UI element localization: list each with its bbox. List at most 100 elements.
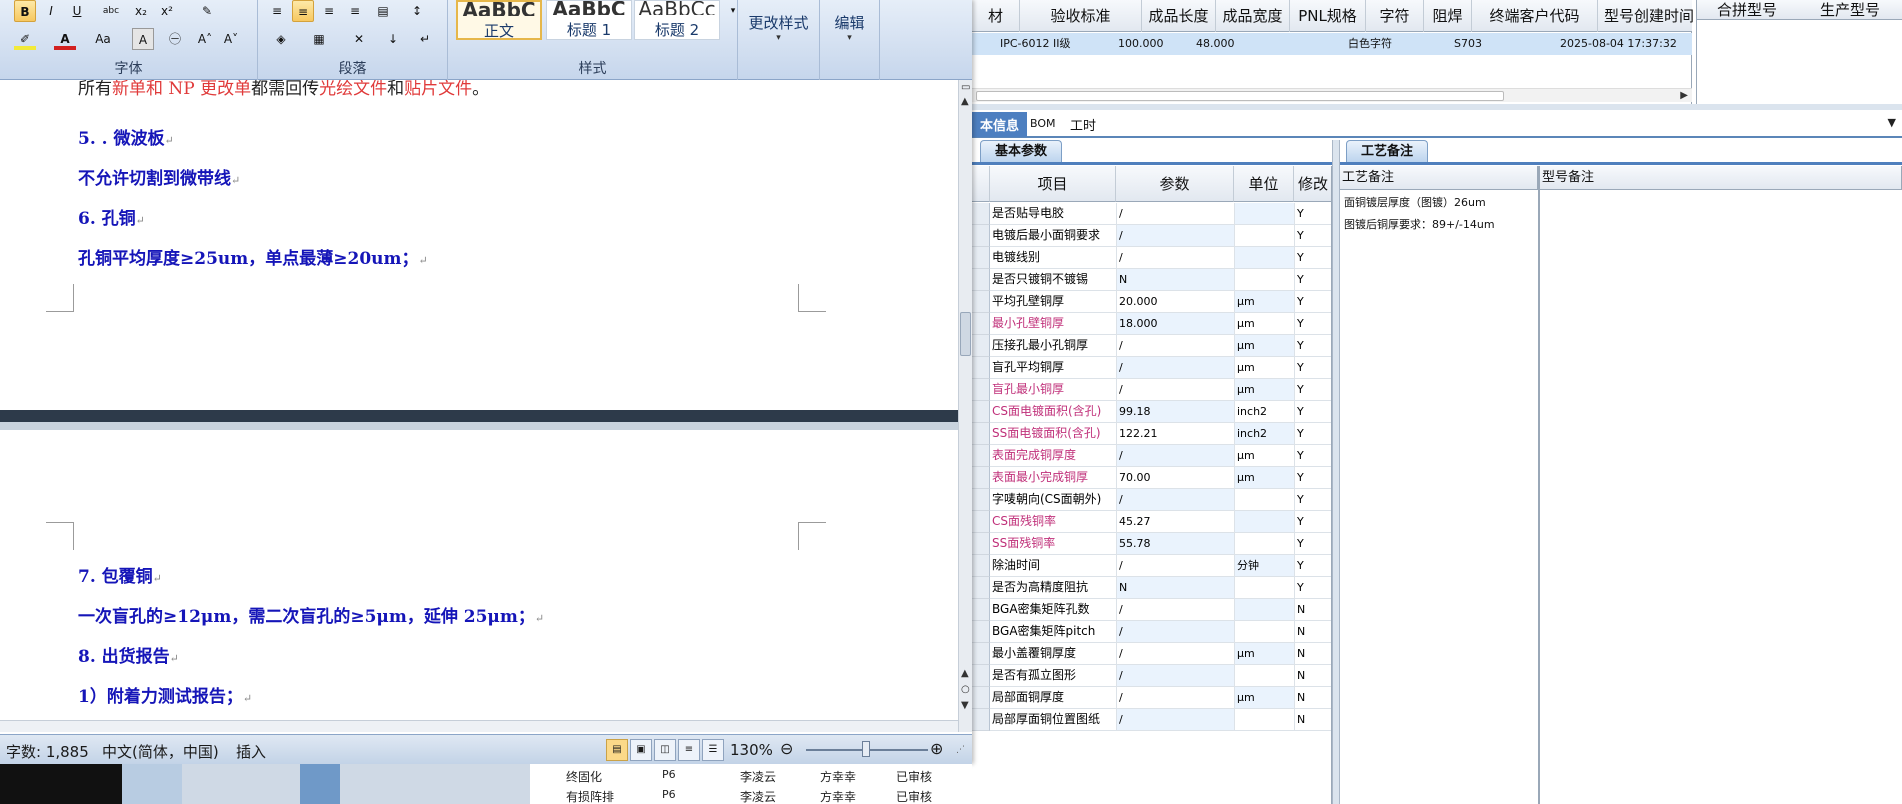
- tree-row-name[interactable]: 有损阵排: [566, 788, 614, 804]
- param-item[interactable]: 是否为高精度阻抗: [992, 577, 1110, 598]
- web-layout-icon[interactable]: ◫: [654, 739, 676, 761]
- document-hscroll[interactable]: [0, 720, 958, 732]
- clear-format-icon[interactable]: ✎: [196, 0, 218, 22]
- tab-bom[interactable]: BOM: [1030, 117, 1056, 130]
- param-row-header[interactable]: [972, 313, 990, 335]
- strikethrough-button[interactable]: abc: [96, 0, 126, 22]
- insert-mode[interactable]: 插入: [236, 741, 266, 762]
- order-grid-hscroll[interactable]: ▶: [972, 88, 1692, 102]
- param-row[interactable]: 除油时间 / 分钟 Y: [990, 555, 1331, 577]
- document-page[interactable]: 所有新单和 NP 更改单都需回传光绘文件和贴片文件。 5. . 微波板↵ 不允许…: [0, 80, 958, 732]
- style-heading-2[interactable]: AaBbCc 标题 2: [634, 0, 720, 40]
- param-value[interactable]: /: [1116, 357, 1234, 378]
- highlight-icon[interactable]: ✐: [14, 28, 36, 50]
- param-modify[interactable]: N: [1294, 665, 1331, 686]
- param-row-header[interactable]: [972, 357, 990, 379]
- param-unit[interactable]: μm: [1234, 467, 1294, 488]
- param-row[interactable]: 电镀后最小面铜要求 / Y: [990, 225, 1331, 247]
- param-item[interactable]: 盲孔最小铜厚: [992, 379, 1110, 400]
- param-modify[interactable]: Y: [1294, 445, 1331, 466]
- word-count[interactable]: 字数: 1,885: [6, 741, 89, 762]
- tab-dropdown-icon[interactable]: ▼: [1888, 116, 1896, 129]
- param-row[interactable]: 平均孔壁铜厚 20.000 μm Y: [990, 291, 1331, 313]
- order-grid[interactable]: 材 验收标准 成品长度 成品宽度 PNL规格 字符 阻焊 终端客户代码 型号创建…: [972, 0, 1738, 104]
- param-row-header[interactable]: [972, 269, 990, 291]
- col-char[interactable]: 字符: [1366, 0, 1424, 32]
- param-row[interactable]: 是否为高精度阻抗 N Y: [990, 577, 1331, 599]
- param-row[interactable]: 盲孔最小铜厚 / μm Y: [990, 379, 1331, 401]
- param-unit[interactable]: μm: [1234, 687, 1294, 708]
- param-item[interactable]: CS面残铜率: [992, 511, 1110, 532]
- superscript-button[interactable]: x²: [156, 0, 178, 22]
- italic-button[interactable]: I: [40, 0, 62, 22]
- param-unit[interactable]: [1234, 225, 1294, 246]
- vscroll-thumb[interactable]: [960, 312, 971, 356]
- param-row-header[interactable]: [972, 401, 990, 423]
- align-right-icon[interactable]: ≡: [318, 0, 340, 22]
- print-layout-icon[interactable]: ▤: [606, 739, 628, 761]
- param-value[interactable]: /: [1116, 687, 1234, 708]
- edit-group[interactable]: 编辑 ▾: [820, 0, 880, 80]
- param-row-header[interactable]: [972, 599, 990, 621]
- param-value[interactable]: N: [1116, 269, 1234, 290]
- param-item[interactable]: 最小孔壁铜厚: [992, 313, 1110, 334]
- param-item[interactable]: 局部厚面铜位置图纸: [992, 709, 1110, 730]
- param-row[interactable]: 是否有孤立图形 / N: [990, 665, 1331, 687]
- param-unit[interactable]: μm: [1234, 379, 1294, 400]
- zoom-in-icon[interactable]: ⊕: [930, 739, 943, 758]
- param-unit[interactable]: inch2: [1234, 401, 1294, 422]
- param-item[interactable]: 压接孔最小孔铜厚: [992, 335, 1110, 356]
- param-value[interactable]: /: [1116, 555, 1234, 576]
- param-row-header[interactable]: [972, 687, 990, 709]
- doc-heading-wrap-copper[interactable]: 7. 包覆铜↵: [78, 562, 162, 587]
- param-value[interactable]: 70.00: [1116, 467, 1234, 488]
- style-normal[interactable]: AaBbC 正文: [456, 0, 542, 40]
- grow-font-icon[interactable]: A˄: [194, 28, 216, 50]
- param-row[interactable]: 是否只镀铜不镀锡 N Y: [990, 269, 1331, 291]
- param-modify[interactable]: Y: [1294, 291, 1331, 312]
- col-solder-mask[interactable]: 阻焊: [1424, 0, 1472, 32]
- param-modify[interactable]: Y: [1294, 577, 1331, 598]
- subscript-button[interactable]: x₂: [130, 0, 152, 22]
- font-color-icon[interactable]: A: [54, 28, 76, 50]
- doc-line-intro[interactable]: 所有新单和 NP 更改单都需回传光绘文件和贴片文件。: [78, 80, 489, 99]
- zoom-slider-thumb[interactable]: [862, 741, 870, 757]
- param-row-header[interactable]: [972, 445, 990, 467]
- param-row-header[interactable]: [972, 423, 990, 445]
- param-modify[interactable]: Y: [1294, 467, 1331, 488]
- scroll-right-icon[interactable]: ▶: [1680, 90, 1688, 101]
- param-value[interactable]: /: [1116, 379, 1234, 400]
- param-row[interactable]: CS面残铜率 45.27 Y: [990, 511, 1331, 533]
- change-case-icon[interactable]: Aa: [92, 28, 114, 50]
- param-row-header[interactable]: [972, 247, 990, 269]
- param-item[interactable]: 最小盖覆铜厚度: [992, 643, 1110, 664]
- param-modify[interactable]: Y: [1294, 423, 1331, 444]
- param-item[interactable]: SS面电镀面积(含孔): [992, 423, 1110, 444]
- param-value[interactable]: /: [1116, 599, 1234, 620]
- param-row-header[interactable]: [972, 665, 990, 687]
- enclosed-char-icon[interactable]: ㊀: [164, 28, 186, 50]
- justify-icon[interactable]: ≡: [344, 0, 366, 22]
- param-item[interactable]: 表面完成铜厚度: [992, 445, 1110, 466]
- param-unit[interactable]: 分钟: [1234, 555, 1294, 576]
- param-modify[interactable]: N: [1294, 643, 1331, 664]
- param-row[interactable]: 表面完成铜厚度 / μm Y: [990, 445, 1331, 467]
- browse-object-icon[interactable]: ○: [961, 684, 970, 695]
- param-item[interactable]: 平均孔壁铜厚: [992, 291, 1110, 312]
- param-unit[interactable]: [1234, 533, 1294, 554]
- param-modify[interactable]: N: [1294, 687, 1331, 708]
- param-unit[interactable]: [1234, 489, 1294, 510]
- param-item[interactable]: 除油时间: [992, 555, 1110, 576]
- sort-icon[interactable]: ↓: [382, 28, 404, 50]
- param-modify[interactable]: Y: [1294, 269, 1331, 290]
- param-row-header[interactable]: [972, 291, 990, 313]
- param-row[interactable]: BGA密集矩阵pitch / N: [990, 621, 1331, 643]
- tree-row-name[interactable]: 终固化: [566, 768, 602, 785]
- param-item[interactable]: 字唛朝向(CS面朝外): [992, 489, 1110, 510]
- param-unit[interactable]: [1234, 621, 1294, 642]
- param-unit[interactable]: [1234, 203, 1294, 224]
- param-item[interactable]: 表面最小完成铜厚: [992, 467, 1110, 488]
- param-value[interactable]: 20.000: [1116, 291, 1234, 312]
- subtab-basic-params[interactable]: 基本参数: [980, 140, 1063, 162]
- edit-button[interactable]: 编辑: [820, 12, 879, 33]
